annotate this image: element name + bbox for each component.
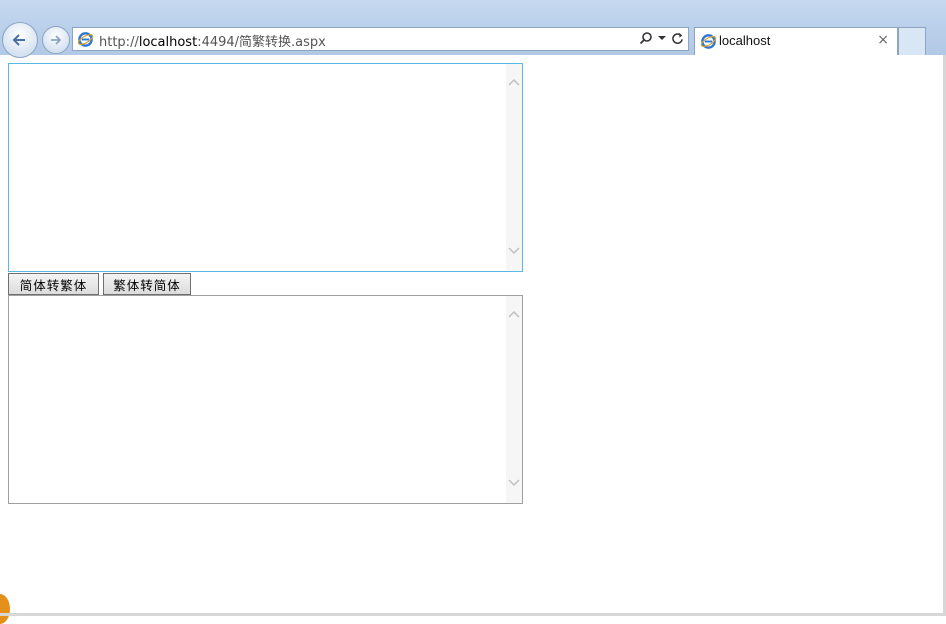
- address-text[interactable]: http://localhost:4494/简繁转换.aspx: [99, 31, 326, 50]
- vertical-scrollbar[interactable]: [506, 64, 522, 271]
- forward-button[interactable]: [42, 26, 70, 54]
- url-prefix: http://: [99, 35, 139, 50]
- refresh-icon[interactable]: [671, 32, 684, 45]
- close-icon[interactable]: ×: [877, 32, 889, 48]
- back-button[interactable]: [2, 22, 38, 58]
- ie-logo-icon: [700, 34, 717, 49]
- traditional-to-simplified-button[interactable]: 繁体转简体: [103, 273, 191, 295]
- result-textarea[interactable]: [8, 295, 523, 504]
- corner-orb-decoration: [0, 594, 10, 624]
- forward-arrow-icon: [51, 35, 62, 45]
- search-icon[interactable]: [639, 31, 653, 45]
- dropdown-icon[interactable]: [658, 35, 666, 41]
- chevron-down-icon[interactable]: [507, 475, 521, 489]
- simplified-to-traditional-button[interactable]: 简体转繁体: [8, 273, 99, 295]
- tab-localhost[interactable]: localhost ×: [694, 27, 898, 55]
- chevron-up-icon[interactable]: [507, 76, 521, 90]
- chevron-up-icon[interactable]: [507, 308, 521, 322]
- address-bar[interactable]: http://localhost:4494/简繁转换.aspx: [72, 27, 689, 51]
- tab-title: localhost: [719, 33, 771, 48]
- vertical-scrollbar[interactable]: [506, 296, 522, 503]
- browser-chrome: http://localhost:4494/简繁转换.aspx localhos…: [0, 0, 946, 58]
- url-host: localhost: [138, 35, 198, 50]
- source-textarea[interactable]: [8, 63, 523, 272]
- back-arrow-icon: [12, 34, 25, 46]
- url-path: :4494/简繁转换.aspx: [197, 35, 326, 50]
- ie-logo-icon: [77, 32, 94, 47]
- chevron-down-icon[interactable]: [507, 243, 521, 257]
- new-tab-button[interactable]: [898, 27, 926, 55]
- address-tools: [639, 31, 684, 45]
